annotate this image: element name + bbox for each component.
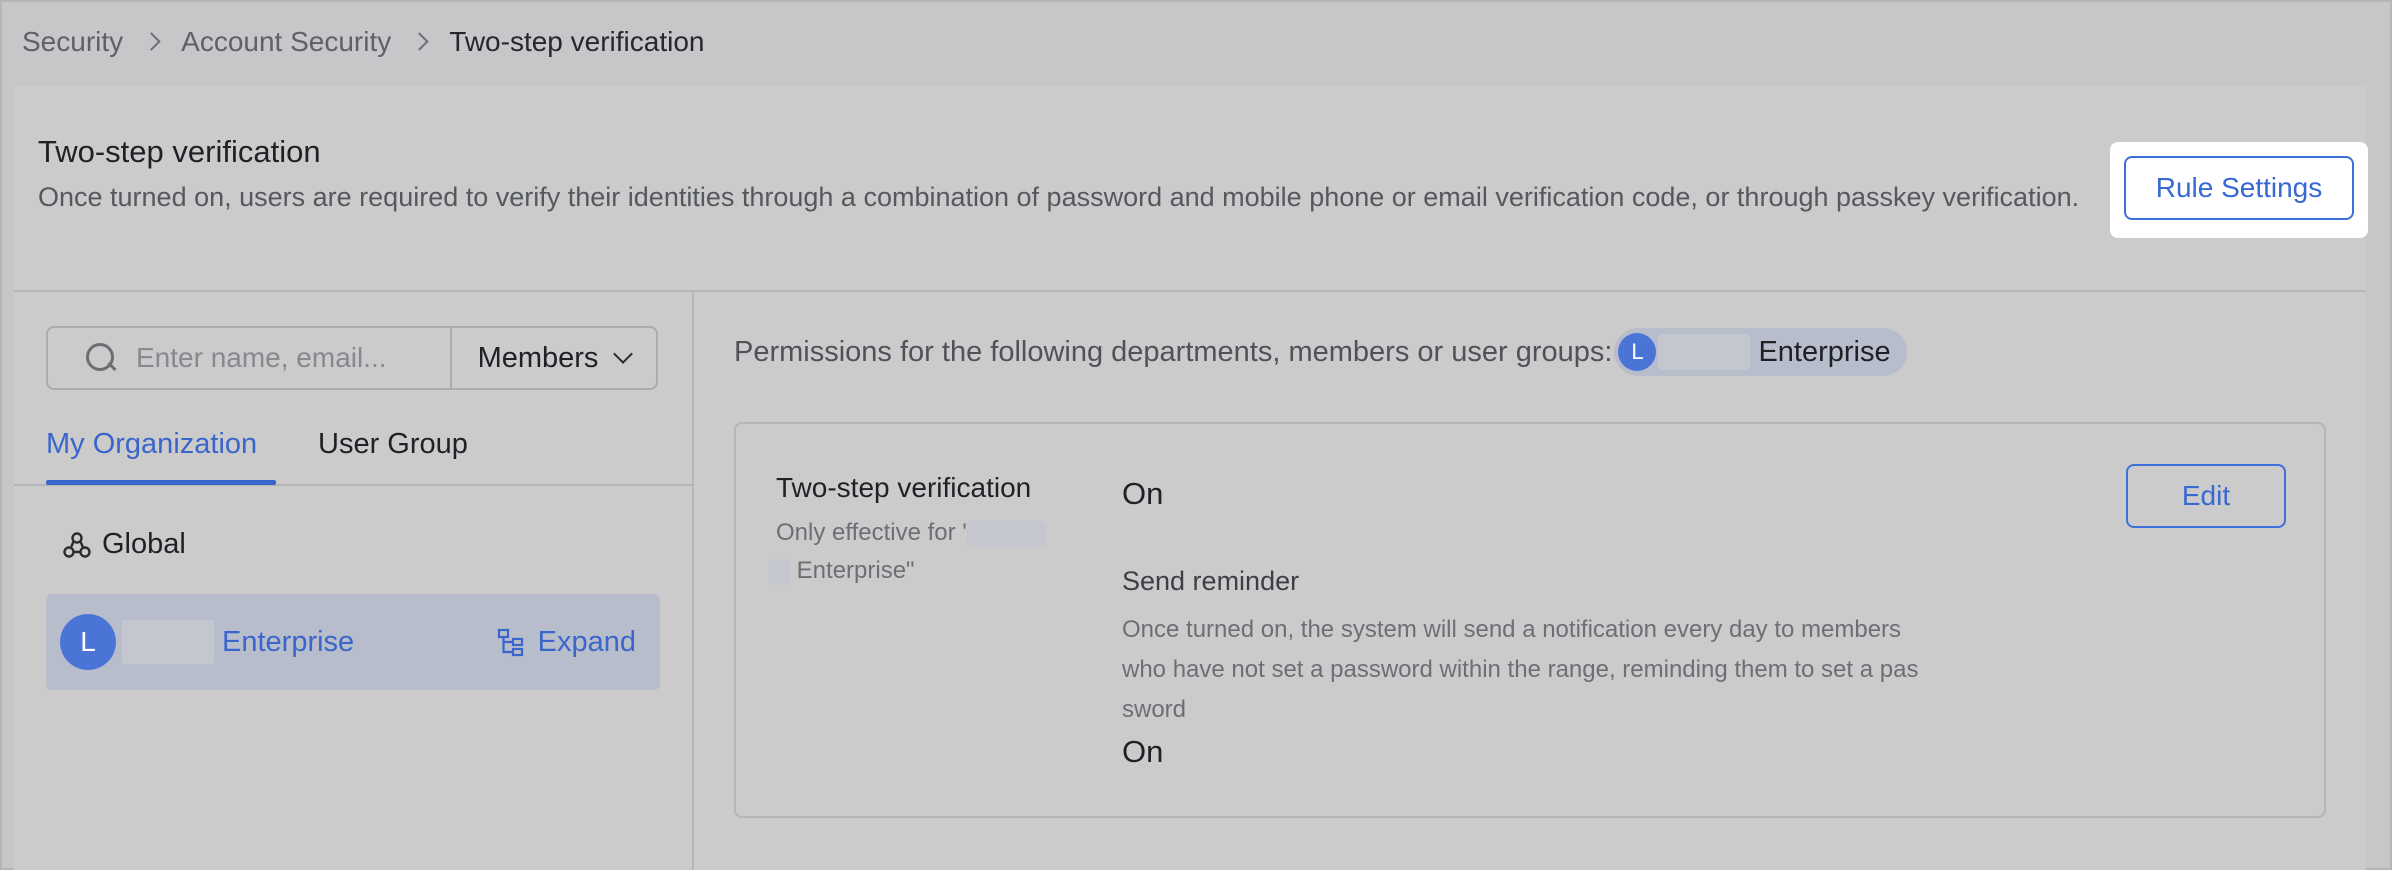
chevron-right-icon	[403, 22, 437, 62]
chip-name: Enterprise	[1758, 335, 1891, 368]
setting-title: Two-step verification	[776, 472, 1032, 503]
setting-scope-note: Only effective for ' Enterprise"	[768, 514, 1068, 590]
main-content: Members My Organization User Group Globa…	[14, 290, 2366, 870]
permissions-text: Permissions for the following department…	[734, 335, 1613, 368]
setting-status: On	[1122, 476, 1164, 511]
scope-select-value: Members	[477, 341, 599, 374]
scope-chip: L Enterprise	[1614, 328, 1907, 376]
avatar: L	[60, 614, 116, 670]
avatar: L	[1618, 333, 1657, 371]
redacted-name	[768, 558, 790, 585]
active-tab-indicator	[46, 480, 276, 485]
breadcrumb: Security Account Security Two-step verif…	[22, 22, 704, 62]
expand-label: Expand	[537, 625, 636, 658]
tree-item-global[interactable]: Global	[62, 528, 186, 561]
tree-item-global-label: Global	[102, 528, 186, 560]
breadcrumb-item-current: Two-step verification	[449, 26, 705, 57]
search-input[interactable]	[136, 342, 416, 374]
search-group: Members	[46, 326, 658, 390]
header-card: Two-step verification Once turned on, us…	[14, 86, 2368, 290]
global-icon	[63, 531, 91, 558]
setting-scope-prefix: Only effective for '	[776, 519, 967, 546]
org-tabs: My Organization User Group	[14, 422, 694, 486]
reminder-title: Send reminder	[1122, 566, 1300, 596]
tab-user-group[interactable]: User Group	[318, 428, 468, 461]
org-panel: Members My Organization User Group Globa…	[14, 292, 694, 870]
tree-icon	[497, 628, 523, 657]
redacted-name	[122, 620, 214, 664]
tab-my-organization[interactable]: My Organization	[46, 428, 257, 461]
page-description: Once turned on, users are required to ve…	[38, 182, 2080, 212]
permissions-line: Permissions for the following department…	[734, 328, 1907, 376]
redacted-name	[1658, 334, 1751, 370]
chevron-right-icon	[135, 22, 169, 62]
search-box[interactable]	[48, 328, 452, 388]
search-icon	[84, 341, 118, 375]
expand-button[interactable]: Expand	[496, 594, 636, 690]
redacted-name	[966, 520, 1047, 547]
reminder-status: On	[1122, 734, 1164, 769]
org-row-enterprise[interactable]: L Enterprise Expand	[46, 594, 660, 690]
scope-select[interactable]: Members	[452, 328, 656, 388]
setting-scope-suffix: Enterprise"	[796, 557, 915, 584]
chevron-down-icon	[613, 344, 634, 364]
reminder-description: Once turned on, the system will send a n…	[1122, 616, 1919, 723]
rule-settings-button[interactable]: Rule Settings	[2124, 156, 2354, 220]
org-name: Enterprise	[222, 625, 355, 658]
setting-card: Two-step verification Only effective for…	[734, 422, 2326, 818]
page-title: Two-step verification	[38, 134, 321, 169]
edit-button[interactable]: Edit	[2126, 464, 2286, 528]
breadcrumb-item-account-security[interactable]: Account Security	[181, 26, 391, 58]
breadcrumb-item-security[interactable]: Security	[22, 26, 123, 58]
